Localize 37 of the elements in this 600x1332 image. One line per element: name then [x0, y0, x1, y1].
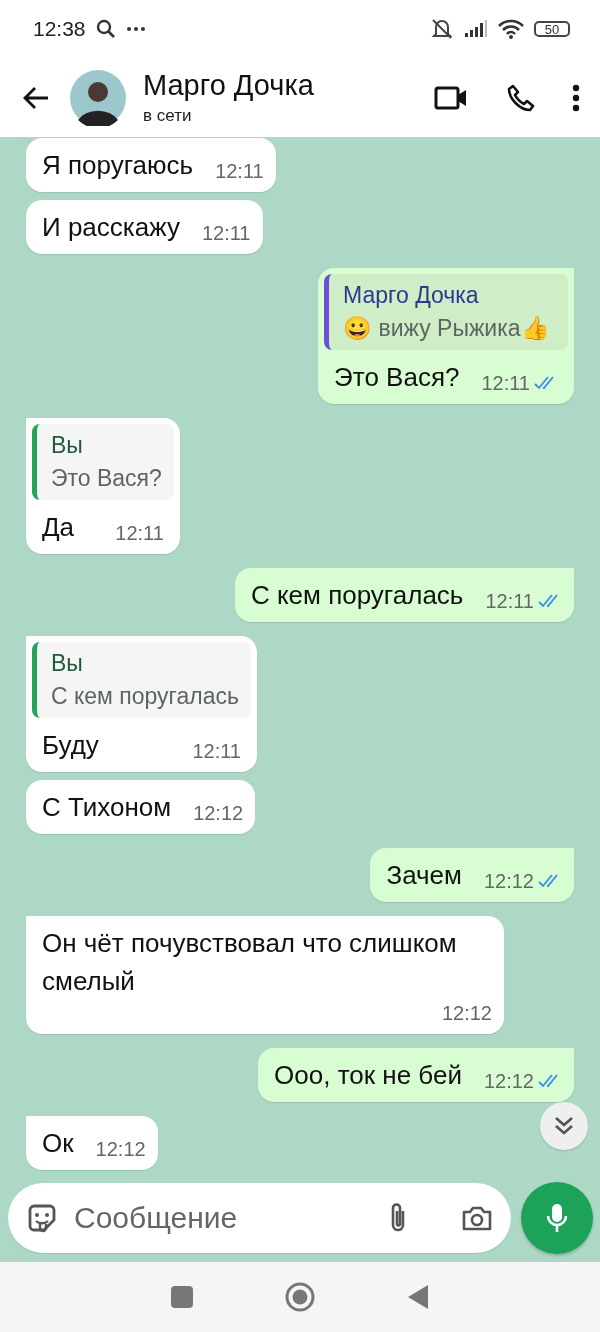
message-time: 12:12	[483, 869, 534, 894]
quote-text: 😀 вижу Рыжика👍	[343, 315, 551, 342]
message-time: 12:11	[115, 521, 164, 546]
message-text: Зачем	[386, 859, 462, 892]
quoted-message[interactable]: Марго Дочка 😀 вижу Рыжика👍	[324, 274, 568, 350]
message-field[interactable]: Сообщение	[8, 1183, 511, 1253]
message-time: 12:12	[95, 1137, 146, 1162]
contact-name: Марго Дочка	[143, 69, 315, 102]
message-text: И расскажу	[42, 211, 180, 244]
message-text: С кем поругалась	[250, 579, 464, 612]
message-text: Ооо, ток не бей	[274, 1059, 462, 1092]
quote-text: С кем поругалась	[51, 683, 239, 710]
message-text: Да	[42, 511, 75, 544]
quoted-message[interactable]: Вы Это Вася?	[32, 424, 174, 500]
message-time: 12:12	[483, 1069, 534, 1094]
battery-level: 50	[534, 21, 570, 37]
message-time: 12:12	[441, 1001, 492, 1026]
quote-author: Марго Дочка	[343, 282, 480, 309]
message-time: 12:11	[215, 159, 264, 184]
message-text: Это Вася?	[334, 361, 460, 394]
clock: 12:38	[33, 17, 86, 41]
quote-text: Это Вася?	[51, 465, 162, 492]
message-text: Он чёт почувствовал что слишком смелый	[42, 927, 458, 998]
message-input[interactable]: Сообщение	[72, 1200, 373, 1236]
quoted-message[interactable]: Вы С кем поругалась	[32, 642, 251, 718]
message-text: Ок	[42, 1127, 74, 1160]
message-text: Я поругаюсь	[42, 149, 194, 182]
message-time: 12:12	[193, 801, 244, 826]
message-time: 12:11	[201, 221, 251, 246]
message-time: 12:11	[192, 739, 241, 764]
quote-author: Вы	[51, 432, 84, 459]
message-text: Буду	[42, 729, 99, 762]
message-time: 12:11	[485, 589, 534, 614]
message-text: С Тихоном	[42, 791, 172, 824]
quote-author: Вы	[51, 650, 84, 677]
contact-status: в сети	[143, 106, 193, 126]
message-time: 12:11	[481, 371, 530, 396]
